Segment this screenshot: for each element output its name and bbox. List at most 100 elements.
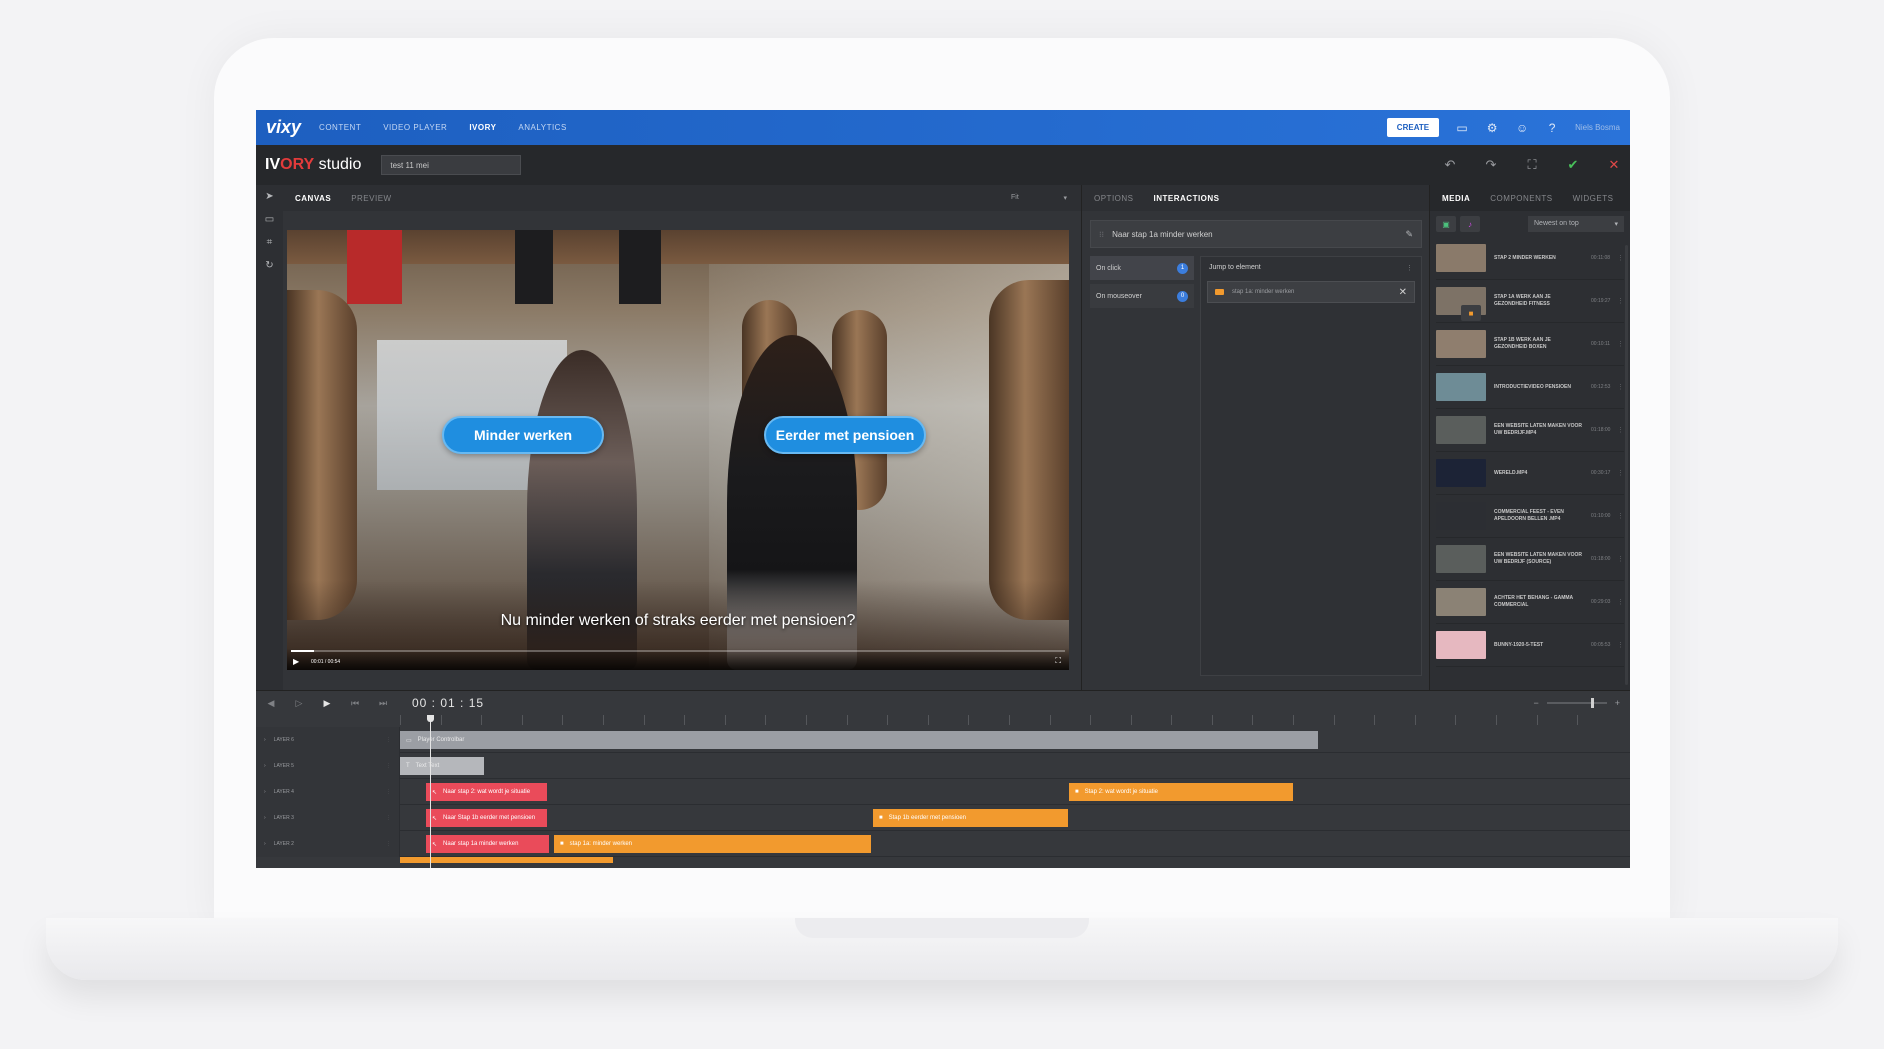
media-duration: 01:10:00	[1591, 513, 1611, 519]
media-item[interactable]: STAP 1B WERK AAN JE GEZONDHEID BOXEN 00:1…	[1436, 323, 1624, 366]
event-on-click[interactable]: On click 1	[1090, 256, 1194, 280]
time-ruler[interactable]	[400, 715, 1630, 725]
timeline-clip[interactable]: ↖ Naar stap 1a minder werken	[426, 835, 549, 853]
more-icon[interactable]: ⋮	[1617, 555, 1624, 563]
timeline-clip[interactable]: ↖ Naar stap 2: wat wordt je situatie	[426, 783, 547, 801]
media-item[interactable]: INTRODUCTIEVIDEO PENSIOEN 00:12:53 ⋮	[1436, 366, 1624, 409]
check-icon[interactable]: ✔	[1566, 158, 1580, 172]
image-filter-icon[interactable]: ▣	[1436, 216, 1456, 232]
gear-icon[interactable]: ⚙	[1485, 121, 1499, 135]
play-icon[interactable]: ▶	[293, 657, 299, 666]
timeline-clip[interactable]: ■ Stap 2: wat wordt je situatie	[1069, 783, 1293, 801]
media-item[interactable]: BUNNY-1920-5-TEST 00:05:53 ⋮	[1436, 624, 1624, 667]
nav-content[interactable]: CONTENT	[319, 123, 361, 132]
video-progress[interactable]	[291, 650, 1065, 652]
drag-handle-icon[interactable]: ⁝⁝	[1099, 230, 1104, 239]
more-icon[interactable]: ⋮	[1617, 512, 1624, 520]
help-icon[interactable]: ?	[1545, 121, 1559, 135]
nav-analytics[interactable]: ANALYTICS	[518, 123, 566, 132]
ruler-tick	[1211, 715, 1253, 725]
more-icon: ⋮	[386, 789, 391, 795]
fullscreen-icon[interactable]: ⛶	[1525, 158, 1539, 172]
more-icon[interactable]: ⋮	[1406, 264, 1413, 279]
playhead[interactable]	[427, 715, 434, 868]
chevron-right-icon: ›	[264, 841, 266, 847]
close-icon[interactable]: ✕	[1607, 158, 1621, 172]
event-on-mouseover[interactable]: On mouseover 0	[1090, 284, 1194, 308]
rotate-tool-icon[interactable]: ↻	[256, 254, 283, 277]
timeline-clip[interactable]: ▭ Player Controlbar	[400, 731, 1318, 749]
step-forward-icon[interactable]: ⏮	[350, 698, 360, 709]
media-item[interactable]: EEN WEBSITE LATEN MAKEN VOOR UW BEDRIJF.…	[1436, 409, 1624, 452]
tab-canvas[interactable]: CANVAS	[295, 194, 331, 203]
user-icon[interactable]: ☺	[1515, 121, 1529, 135]
jump-target[interactable]: stap 1a: minder werken ✕	[1207, 281, 1415, 303]
remove-target-icon[interactable]: ✕	[1399, 287, 1407, 298]
timeline-clip[interactable]: T Text Text	[400, 757, 484, 775]
tab-interactions[interactable]: INTERACTIONS	[1154, 194, 1220, 203]
pencil-icon[interactable]: ✎	[1405, 229, 1413, 240]
more-icon[interactable]: ⋮	[1617, 426, 1624, 434]
layer-name[interactable]: › LAYER 2 ⋮	[256, 831, 400, 857]
tab-options[interactable]: OPTIONS	[1094, 194, 1134, 203]
ruler-tick	[400, 715, 441, 725]
interaction-element[interactable]: ⁝⁝ Naar stap 1a minder werken ✎	[1090, 220, 1422, 248]
create-button[interactable]: CREATE	[1386, 118, 1440, 137]
user-menu[interactable]: Niels Bosma	[1575, 123, 1620, 132]
media-item[interactable]: STAP 2 MINDER WERKEN 00:11:08 ⋮	[1436, 237, 1624, 280]
video-time: 00:01 / 00:54	[311, 659, 341, 665]
media-panel: MEDIA COMPONENTS WIDGETS ■ ▣ ♪ Newest on…	[1429, 185, 1630, 690]
skip-back-icon[interactable]: ◀	[266, 698, 276, 709]
media-item[interactable]: ACHTER HET BEHANG - GAMMA COMMERCIAL 00:2…	[1436, 581, 1624, 624]
tab-widgets[interactable]: WIDGETS	[1573, 194, 1614, 203]
eerder-met-pensioen-button[interactable]: Eerder met pensioen	[764, 416, 926, 454]
more-icon[interactable]: ⋮	[1617, 340, 1624, 348]
tab-components[interactable]: COMPONENTS	[1490, 194, 1552, 203]
select-tool-icon[interactable]: ➤	[256, 185, 283, 208]
nav-video-player[interactable]: VIDEO PLAYER	[383, 123, 447, 132]
tab-preview[interactable]: PREVIEW	[351, 194, 391, 203]
project-name-field[interactable]: test 11 mei	[381, 155, 522, 175]
more-icon[interactable]: ⋮	[1617, 469, 1624, 477]
more-icon[interactable]: ⋮	[1617, 383, 1624, 391]
rectangle-tool-icon[interactable]: ▭	[256, 208, 283, 231]
media-duration: 00:11:08	[1591, 255, 1611, 261]
crop-tool-icon[interactable]: ⌗	[256, 231, 283, 254]
fullscreen-icon[interactable]: ⛶	[1055, 656, 1061, 666]
timeline-clip[interactable]: ↖ Naar Stap 1b eerder met pensioen	[426, 809, 547, 827]
audio-filter-icon[interactable]: ♪	[1460, 216, 1480, 232]
media-item[interactable]: COMMERCIAL FEEST - EVEN APELDOORN BELLEN…	[1436, 495, 1624, 538]
vixy-logo[interactable]: vixy	[266, 117, 301, 138]
layer-name[interactable]: › LAYER 5 ⋮	[256, 753, 400, 779]
more-icon[interactable]: ⋮	[1617, 297, 1624, 305]
more-icon[interactable]: ⋮	[1617, 598, 1624, 606]
skip-forward-icon[interactable]: ⏭	[378, 698, 388, 709]
more-icon[interactable]: ⋮	[1617, 641, 1624, 649]
more-icon[interactable]: ⋮	[1617, 254, 1624, 262]
layer-name[interactable]: › LAYER 3 ⋮	[256, 805, 400, 831]
minder-werken-button[interactable]: Minder werken	[442, 416, 604, 454]
timecode: 00 : 01 : 15	[412, 696, 485, 710]
media-item[interactable]: EEN WEBSITE LATEN MAKEN VOOR UW BEDRIJF …	[1436, 538, 1624, 581]
top-navigation: vixy CONTENT VIDEO PLAYER IVORY ANALYTIC…	[256, 110, 1630, 145]
step-back-icon[interactable]: ▷	[294, 698, 304, 709]
video-filter-icon[interactable]: ■	[1461, 305, 1481, 321]
play-icon[interactable]: ▶	[322, 698, 332, 709]
timeline-clip[interactable]: ■ stap 1a: minder werken	[554, 835, 871, 853]
media-item[interactable]: WERELD.MP4 00:30:17 ⋮	[1436, 452, 1624, 495]
undo-icon[interactable]: ↶	[1443, 158, 1457, 172]
tab-media[interactable]: MEDIA	[1442, 194, 1470, 203]
redo-icon[interactable]: ↷	[1484, 158, 1498, 172]
timeline-zoom[interactable]: − +	[1533, 698, 1620, 708]
timeline-clip[interactable]: ■ Stap 1b eerder met pensioen	[873, 809, 1068, 827]
folder-icon[interactable]: ▭	[1455, 121, 1469, 135]
sort-select[interactable]: Newest on top ▾	[1528, 216, 1624, 232]
layer-name[interactable]: › LAYER 4 ⋮	[256, 779, 400, 805]
timeline-layer: › LAYER 2 ⋮ ↖ Naar stap 1a minder werken ■ sta…	[256, 831, 1630, 857]
nav-ivory[interactable]: IVORY	[469, 123, 496, 132]
media-thumbnail	[1436, 459, 1486, 487]
media-scrollbar[interactable]	[1625, 245, 1628, 685]
video-canvas[interactable]: Minder werken Eerder met pensioen Nu min…	[287, 230, 1069, 670]
layer-name[interactable]: › LAYER 6 ⋮	[256, 727, 400, 753]
fit-select[interactable]: Fit ▾	[1011, 191, 1067, 205]
